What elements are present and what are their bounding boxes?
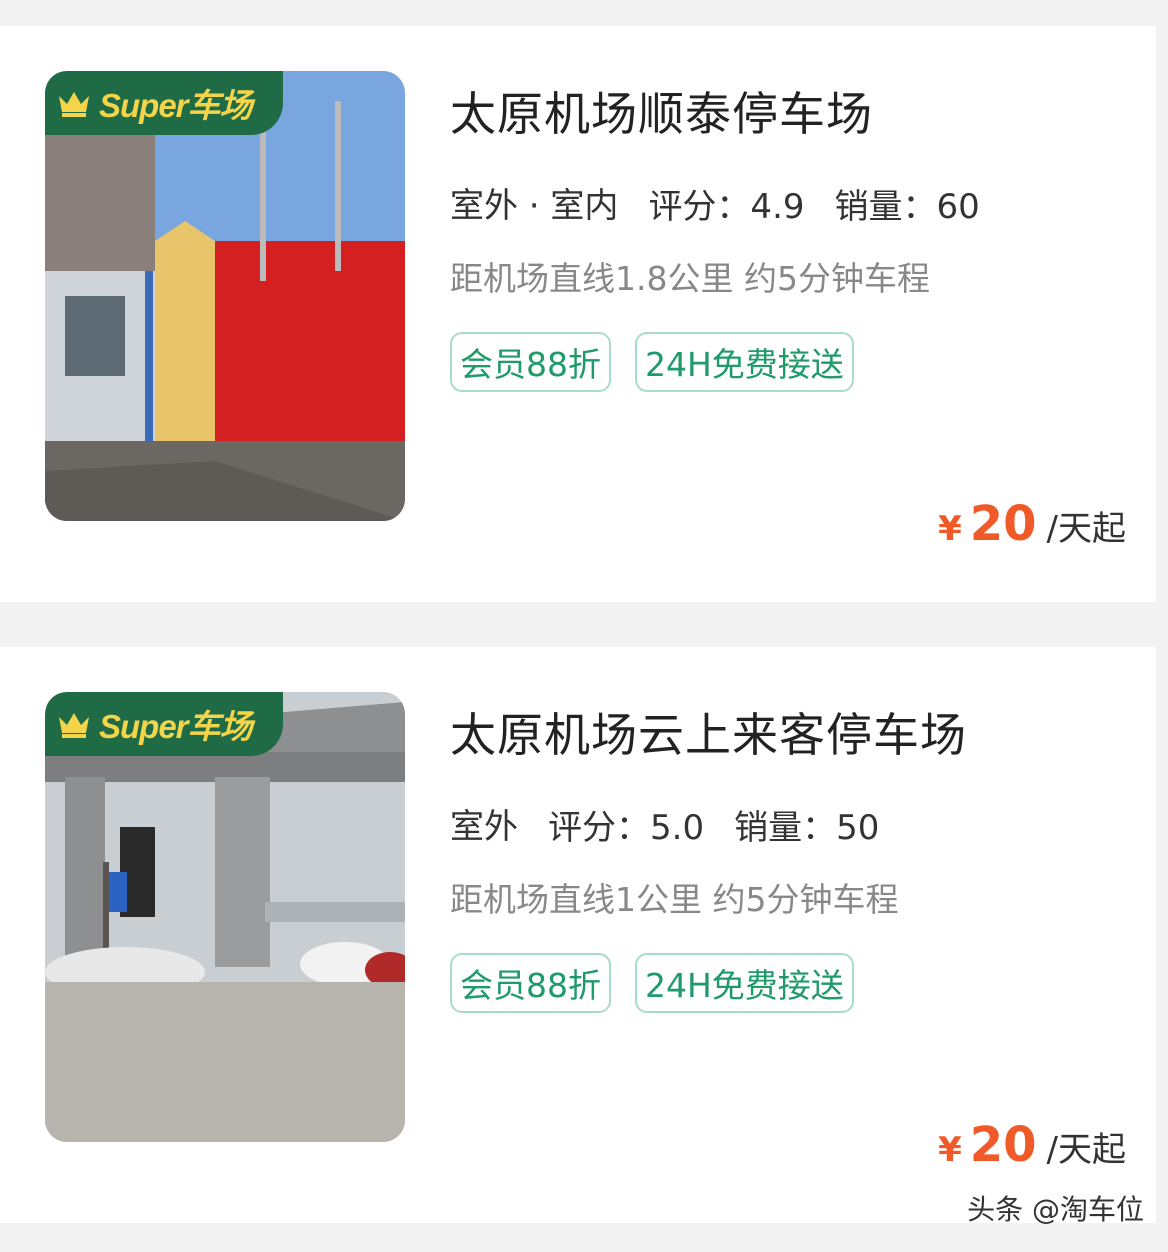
parking-photo-image	[45, 692, 405, 1142]
parking-meta: 室外 · 室内 评分：4.9 销量：60	[450, 178, 980, 235]
parking-listing-card[interactable]: Super车场 太原机场云上来客停车场 室外 评分：5.0 销量：50 距机场直…	[0, 647, 1156, 1223]
price-amount: 20	[969, 1117, 1037, 1173]
price-amount: 20	[969, 496, 1037, 552]
feature-tags: 会员88折 24H免费接送	[450, 953, 878, 1013]
parking-photo-image	[45, 71, 405, 521]
sales-count: 销量：60	[834, 187, 980, 227]
sales-count: 销量：50	[734, 808, 880, 848]
tag-member-discount: 会员88折	[450, 953, 611, 1013]
super-lot-badge: Super车场	[45, 692, 283, 756]
price-unit: /天起	[1046, 509, 1126, 549]
parking-meta: 室外 评分：5.0 销量：50	[450, 799, 880, 856]
rating: 评分：4.9	[648, 187, 805, 227]
parking-listing-card[interactable]: Super车场 太原机场顺泰停车场 室外 · 室内 评分：4.9 销量：60 距…	[0, 26, 1156, 602]
parking-name[interactable]: 太原机场顺泰停车场	[450, 78, 873, 144]
tag-member-discount: 会员88折	[450, 332, 611, 392]
super-lot-badge: Super车场	[45, 71, 283, 135]
crown-icon	[59, 713, 89, 738]
price: ¥ 20 /天起	[938, 1117, 1126, 1173]
watermark: 头条 @淘车位	[967, 1193, 1144, 1226]
parking-type: 室外 · 室内	[450, 178, 619, 235]
feature-tags: 会员88折 24H免费接送	[450, 332, 878, 392]
currency-symbol: ¥	[938, 1130, 962, 1170]
badge-label: Super车场	[99, 708, 253, 745]
distance-info: 距机场直线1公里 约5分钟车程	[450, 880, 899, 919]
tag-free-shuttle: 24H免费接送	[635, 332, 854, 392]
price-unit: /天起	[1046, 1130, 1126, 1170]
distance-info: 距机场直线1.8公里 约5分钟车程	[450, 259, 930, 298]
badge-label: Super车场	[99, 87, 253, 124]
currency-symbol: ¥	[938, 509, 962, 549]
tag-free-shuttle: 24H免费接送	[635, 953, 854, 1013]
parking-photo: Super车场	[45, 71, 405, 521]
parking-type: 室外	[450, 799, 518, 856]
price: ¥ 20 /天起	[938, 496, 1126, 552]
crown-icon	[59, 92, 89, 117]
parking-name[interactable]: 太原机场云上来客停车场	[450, 699, 967, 765]
parking-photo: Super车场	[45, 692, 405, 1142]
rating: 评分：5.0	[548, 808, 705, 848]
